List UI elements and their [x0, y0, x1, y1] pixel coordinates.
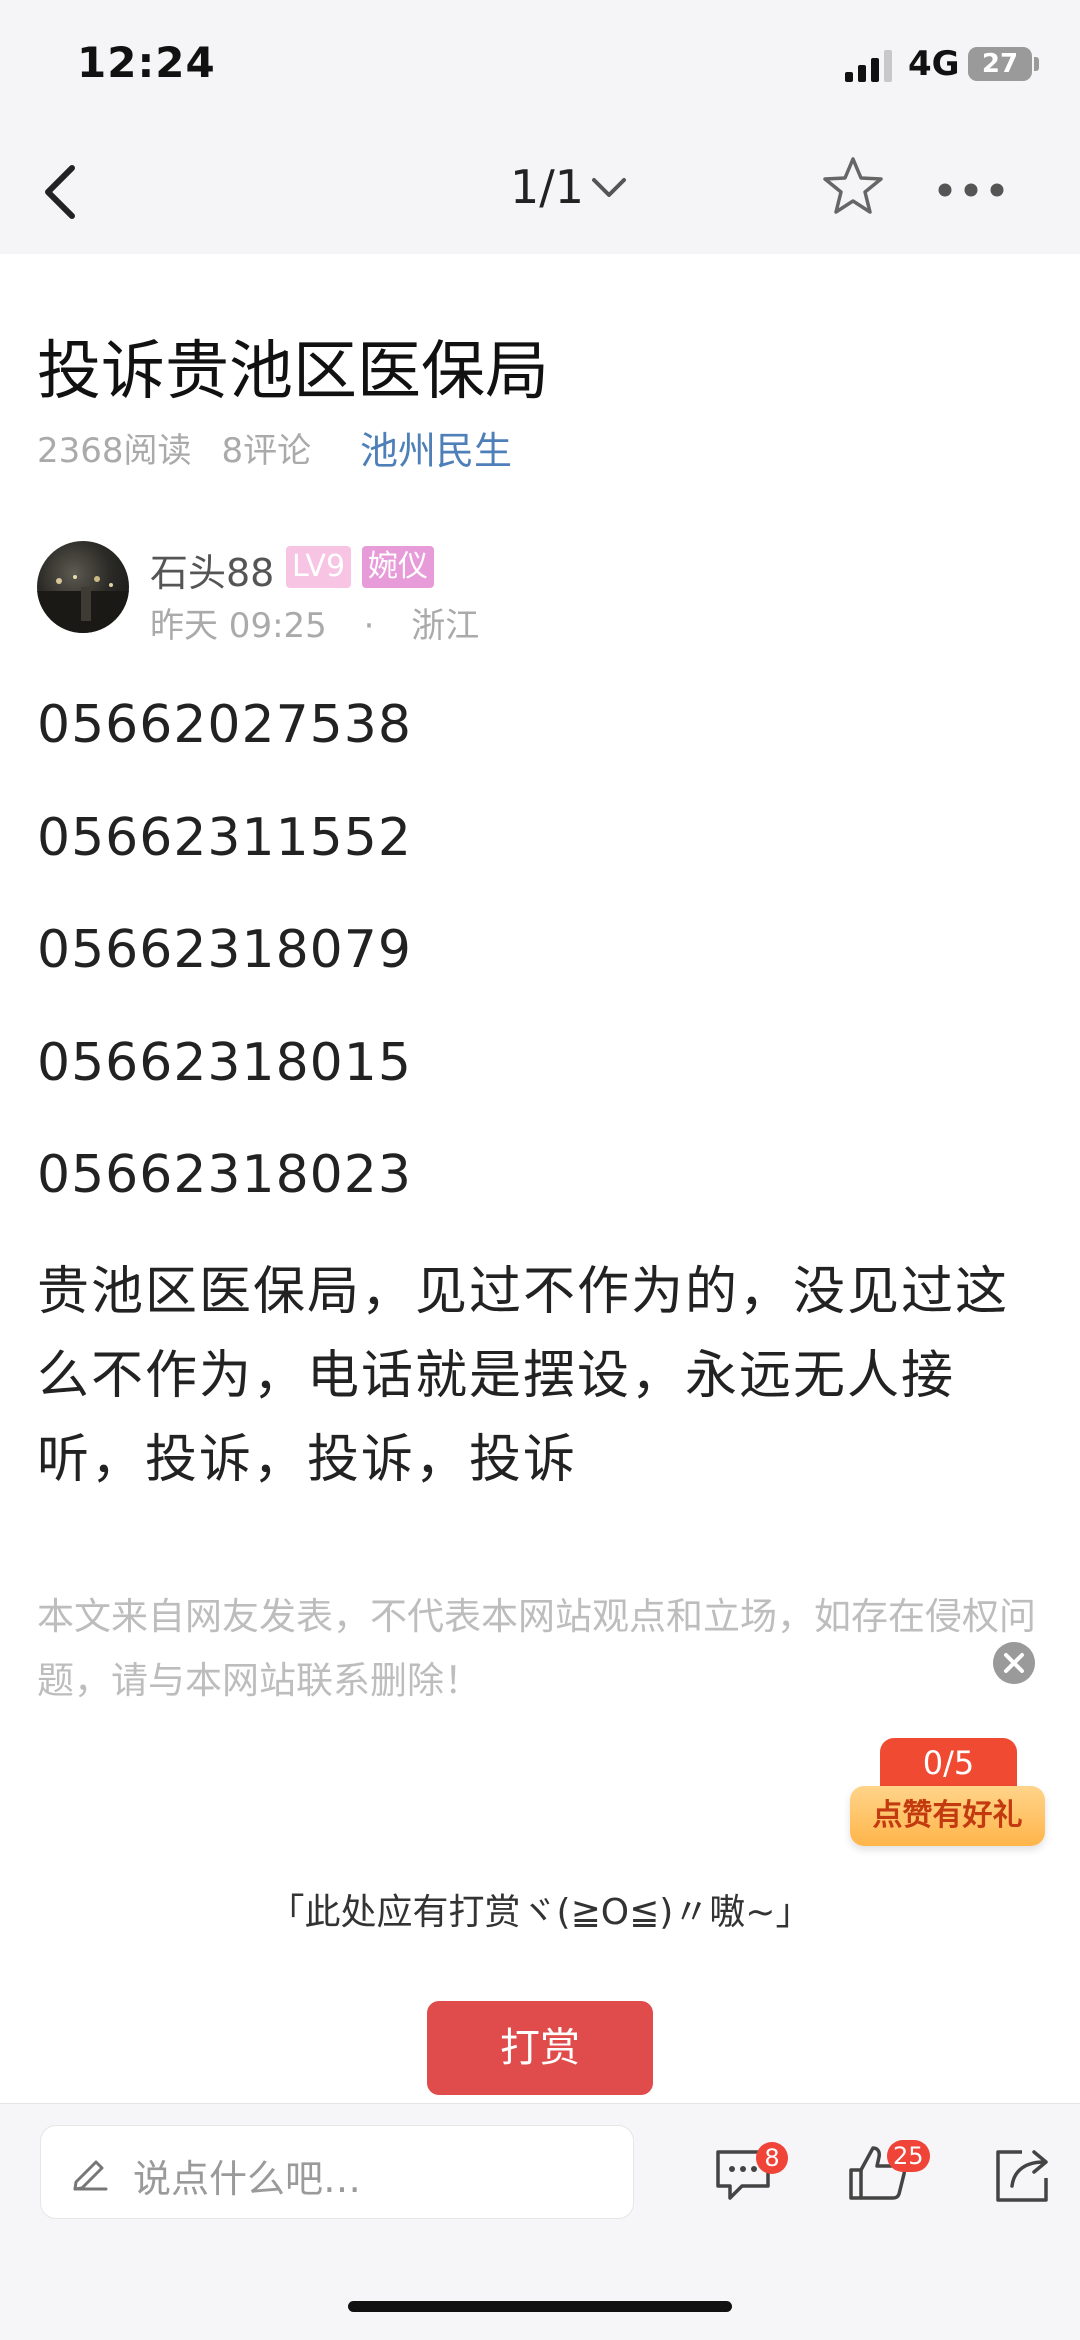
- read-count: 2368阅读: [37, 431, 192, 471]
- reward-prompt: 「此处应有打赏ヾ(≧O≦)〃嗷~」: [268, 1892, 812, 1933]
- title-badge: 婉仪: [362, 546, 434, 588]
- comment-count-badge: 8: [756, 2142, 788, 2174]
- favorite-star-icon[interactable]: [820, 154, 886, 220]
- author-name[interactable]: 石头88: [150, 542, 274, 597]
- like-count-badge: 25: [887, 2140, 930, 2172]
- battery-icon: 27: [968, 47, 1032, 81]
- separator-dot: ·: [363, 606, 375, 646]
- phone-number: 05662318023: [37, 1145, 412, 1205]
- post-body: 贵池区医保局，见过不作为的，没见过这么不作为，电话就是摆设，永远无人接听，投诉，…: [37, 1262, 1010, 1490]
- post-title: 投诉贵池区医保局: [37, 335, 549, 409]
- chevron-down-icon[interactable]: [590, 175, 628, 201]
- reward-button[interactable]: 打赏: [427, 2001, 653, 2095]
- more-options-icon[interactable]: [938, 183, 1004, 197]
- like-progress[interactable]: 0/5: [880, 1738, 1017, 1788]
- like-gift-button[interactable]: 点赞有好礼: [850, 1786, 1045, 1846]
- post-stats: 2368阅读 8评论: [37, 423, 341, 472]
- phone-number: 05662318015: [37, 1033, 412, 1093]
- pencil-icon: [73, 2160, 108, 2191]
- status-time: 12:24: [77, 38, 216, 87]
- phone-number: 05662027538: [37, 695, 412, 755]
- disclaimer-text: 本文来自网友发表，不代表本网站观点和立场，如存在侵权问题，请与本网站联系删除！: [37, 1595, 1036, 1702]
- back-arrow-icon[interactable]: [40, 162, 80, 222]
- level-badge: LV9: [286, 546, 352, 588]
- signal-icon: [845, 50, 892, 82]
- phone-number: 05662318079: [37, 920, 412, 980]
- close-icon[interactable]: [993, 1642, 1035, 1684]
- comment-placeholder[interactable]: 说点什么吧…: [133, 2148, 361, 2203]
- avatar-image: [37, 575, 129, 633]
- phone-number: 05662311552: [37, 808, 412, 868]
- post-time-location: 昨天 09:25 · 浙江: [150, 598, 479, 647]
- category-link[interactable]: 池州民生: [360, 420, 512, 475]
- home-indicator: [348, 2301, 732, 2312]
- page-indicator[interactable]: 1/1: [510, 160, 584, 214]
- avatar[interactable]: [37, 541, 129, 633]
- battery-tip: [1034, 57, 1039, 71]
- post-date: 昨天 09:25: [150, 606, 327, 646]
- network-type: 4G: [908, 44, 960, 84]
- comment-count: 8评论: [221, 431, 312, 471]
- share-icon[interactable]: [992, 2144, 1054, 2206]
- post-location: 浙江: [411, 606, 480, 646]
